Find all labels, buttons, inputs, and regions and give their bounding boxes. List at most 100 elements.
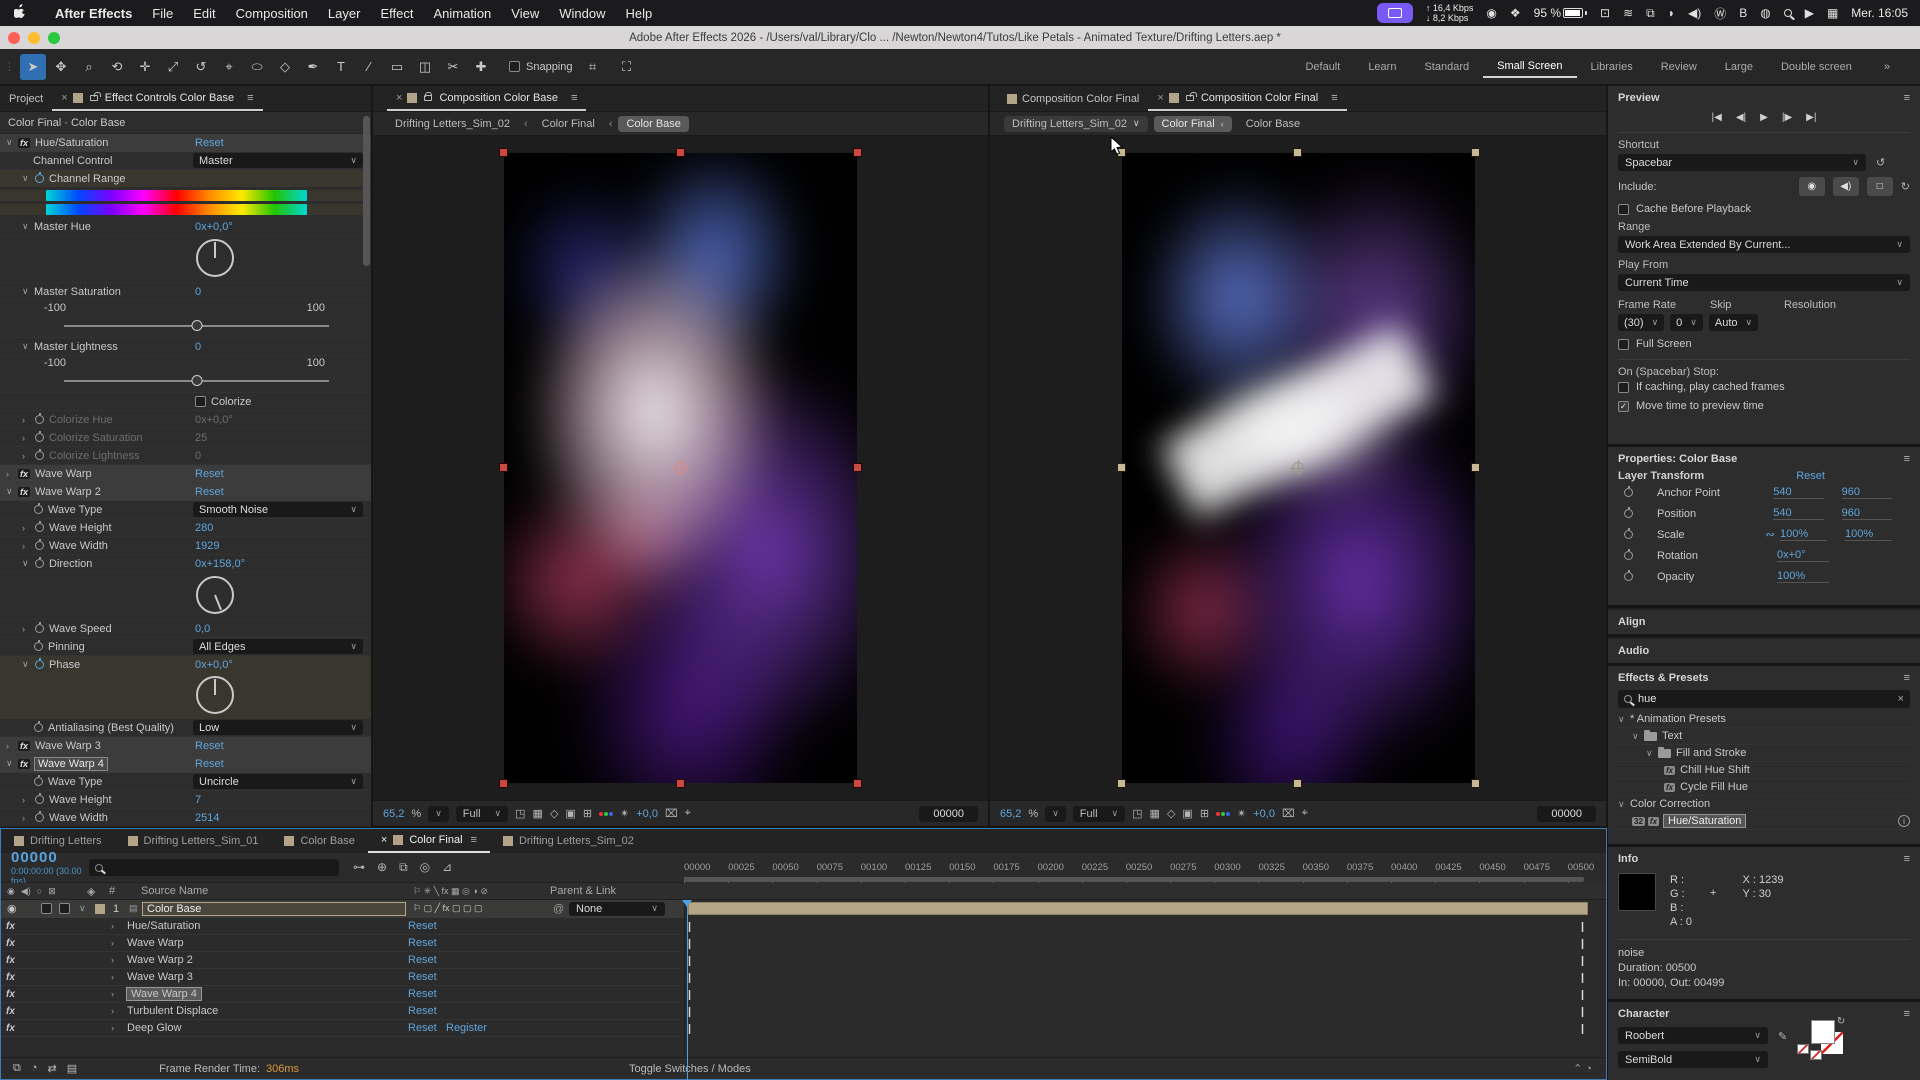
show-snapshot-icon[interactable]: ⌖	[1302, 807, 1308, 820]
audio-panel-header[interactable]: Audio	[1608, 637, 1920, 663]
solo-box[interactable]	[41, 903, 52, 914]
effect-property-row[interactable]: › fx Wave Height 280 ∨	[0, 519, 371, 537]
effect-name[interactable]: Wave Warp	[127, 937, 184, 949]
effects-tree-item[interactable]: ∨ fx Color Correction	[1618, 796, 1910, 813]
twirl-icon[interactable]: ›	[22, 541, 34, 551]
mask-visibility-icon[interactable]: ◇	[1167, 807, 1175, 820]
composition-mini-flowchart-icon[interactable]: ⊶	[353, 860, 365, 875]
lock-icon[interactable]	[90, 95, 98, 101]
zoom-dropdown[interactable]: ∨	[428, 806, 449, 822]
menubar-clock[interactable]: Mer. 16:05	[1851, 6, 1908, 20]
menu-item[interactable]: Window	[549, 6, 615, 21]
dropbox-icon[interactable]: ❖	[1510, 6, 1521, 20]
stopwatch-icon[interactable]	[35, 559, 44, 568]
twirl-icon[interactable]: ›	[22, 795, 34, 805]
effect-property-row[interactable]: ∨ fx Master Saturation 0 ∨	[0, 283, 371, 301]
shortcut-dropdown[interactable]: Spacebar∨	[1618, 154, 1866, 171]
reset-link[interactable]: Reset	[195, 740, 224, 752]
layer-handle[interactable]	[1118, 149, 1125, 156]
layer-handle[interactable]	[1294, 780, 1301, 787]
panel-menu-icon[interactable]: ≡	[1904, 92, 1910, 104]
eyedropper-icon[interactable]: ✎	[1778, 1030, 1787, 1068]
reset-link[interactable]: Reset	[195, 137, 224, 149]
workspace-tab[interactable]: Libraries	[1577, 57, 1647, 77]
play-cached-frames-checkbox[interactable]	[1618, 382, 1629, 393]
exposure-value[interactable]: +0,0	[636, 808, 658, 820]
property-value[interactable]: 0x+0,0°	[195, 414, 233, 426]
toolbar-tool[interactable]: T	[328, 54, 354, 80]
parent-link-column[interactable]: Parent & Link	[550, 885, 616, 897]
layer-handle[interactable]	[1118, 464, 1125, 471]
resolution-dropdown[interactable]: Auto∨	[1709, 314, 1758, 331]
no-stroke-swatch[interactable]	[1810, 1050, 1822, 1060]
info-icon[interactable]: i	[1898, 815, 1910, 827]
effect-property-row[interactable]: fx ∨	[0, 236, 371, 283]
transport-button[interactable]: ▶|	[1806, 112, 1816, 123]
label-column-icon[interactable]: ◈	[87, 885, 95, 898]
twirl-icon[interactable]: ∨	[79, 903, 91, 914]
keyframe-marker[interactable]	[688, 1024, 691, 1034]
zoom-dropdown[interactable]: ∨	[1045, 806, 1066, 822]
selection-handle[interactable]	[854, 464, 861, 471]
tab-composition-color-final[interactable]: × Composition Color Final ≡	[1148, 86, 1346, 111]
keyframe-marker[interactable]	[1581, 990, 1584, 1000]
fx-badge-icon[interactable]: fx	[18, 487, 30, 497]
anchor-point[interactable]	[675, 462, 687, 474]
menu-item[interactable]: Effect	[370, 6, 423, 21]
layer-handle[interactable]	[1118, 780, 1125, 787]
stopwatch-icon[interactable]	[1624, 488, 1633, 497]
close-window-button[interactable]	[8, 32, 20, 44]
menu-item[interactable]: After Effects	[45, 6, 142, 21]
region-of-interest-icon[interactable]: ▣	[565, 807, 575, 820]
layer-label-swatch[interactable]	[95, 904, 105, 914]
stopwatch-icon[interactable]	[34, 642, 43, 651]
property-value[interactable]: 0	[195, 286, 201, 298]
reset-link[interactable]: Reset	[408, 920, 437, 932]
effect-name[interactable]: Turbulent Displace	[127, 1005, 218, 1017]
twirl-icon[interactable]: ∨	[1618, 799, 1630, 810]
property-value[interactable]: 0x+0,0°	[195, 221, 233, 233]
effect-name[interactable]: Wave Warp 3	[127, 971, 193, 983]
effect-property-row[interactable]: › fx Colorize Hue 0x+0,0° ∨	[0, 411, 371, 429]
twirl-icon[interactable]: ›	[6, 469, 18, 479]
fx-badge-icon[interactable]: fx	[18, 759, 30, 769]
twirl-icon[interactable]: ›	[22, 433, 34, 443]
stage-manager-icon[interactable]: ≋	[1623, 6, 1633, 20]
composition-breadcrumb[interactable]: Color Final‹	[1154, 116, 1232, 132]
property-dropdown[interactable]: Smooth Noise∨	[193, 502, 363, 517]
include-overlays-icon[interactable]: □	[1867, 177, 1893, 196]
twirl-icon[interactable]: ›	[111, 1006, 123, 1016]
stopwatch-icon-active[interactable]	[35, 660, 44, 669]
keyframe-marker[interactable]	[688, 939, 691, 949]
menu-item[interactable]: Composition	[226, 6, 318, 21]
angle-dial[interactable]	[196, 676, 234, 714]
audio-column-icon[interactable]: ◀)	[21, 886, 31, 897]
snapshot-icon[interactable]: ⌧	[1282, 807, 1295, 820]
toolbar-tool[interactable]: ◫	[412, 54, 438, 80]
angle-dial[interactable]	[196, 576, 234, 614]
fx-badge-icon[interactable]: fx	[18, 741, 30, 751]
effect-name[interactable]: Wave Warp 2	[127, 954, 193, 966]
effect-name[interactable]: Hue/Saturation	[127, 920, 200, 932]
w-app-icon[interactable]: Ⓦ	[1714, 5, 1726, 22]
property-value[interactable]: 0x+0,0°	[195, 659, 233, 671]
panel-menu-icon[interactable]: ≡	[1904, 672, 1910, 684]
register-link[interactable]: Register	[446, 1022, 487, 1034]
property-value[interactable]: 280	[195, 522, 213, 534]
effect-property-row[interactable]: fx ∨	[0, 204, 371, 215]
fill-stroke-swatches[interactable]: ↻	[1797, 1020, 1843, 1062]
swap-fill-stroke-icon[interactable]: ↻	[1837, 1016, 1845, 1027]
panel-menu-icon[interactable]: ≡	[471, 834, 477, 846]
resolution-dropdown[interactable]: Full∨	[1073, 806, 1125, 822]
channels-icon[interactable]	[1216, 812, 1230, 816]
menu-item[interactable]: Edit	[183, 6, 225, 21]
layer-visibility-icon[interactable]: ◉	[7, 902, 17, 915]
menu-item[interactable]: Help	[615, 6, 662, 21]
font-style-dropdown[interactable]: SemiBold∨	[1618, 1051, 1768, 1068]
loop-icon[interactable]: ↻	[1901, 180, 1910, 193]
key-marker[interactable]	[688, 973, 691, 983]
stopwatch-icon[interactable]	[35, 541, 44, 550]
menu-item[interactable]: Layer	[318, 6, 371, 21]
panel-menu-icon[interactable]: ≡	[1904, 853, 1910, 865]
panel-menu-icon[interactable]: ≡	[1331, 92, 1337, 104]
